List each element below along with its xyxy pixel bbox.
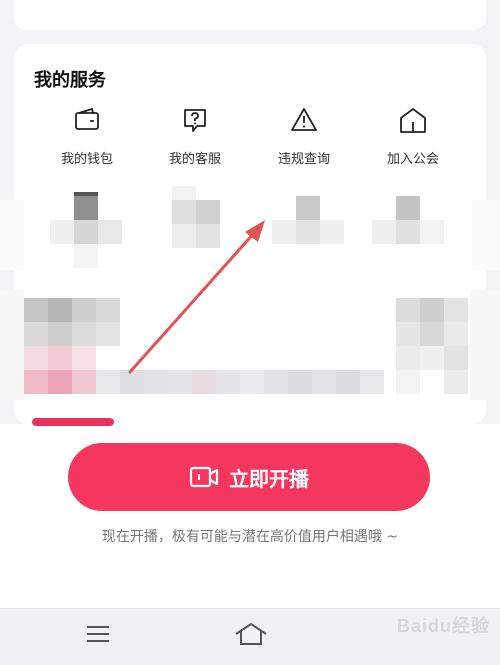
- start-live-label: 立即开播: [229, 468, 309, 491]
- home-icon[interactable]: [233, 620, 267, 646]
- video-camera-icon: [189, 465, 219, 489]
- partial-list-item: [32, 418, 114, 426]
- start-live-button[interactable]: 立即开播: [68, 443, 430, 511]
- menu-icon[interactable]: [84, 622, 114, 648]
- start-live-hint: 现在开播，极有可能与潜在高价值用户相遇哦 ~: [101, 529, 399, 545]
- watermark: Baidu经验: [396, 616, 490, 636]
